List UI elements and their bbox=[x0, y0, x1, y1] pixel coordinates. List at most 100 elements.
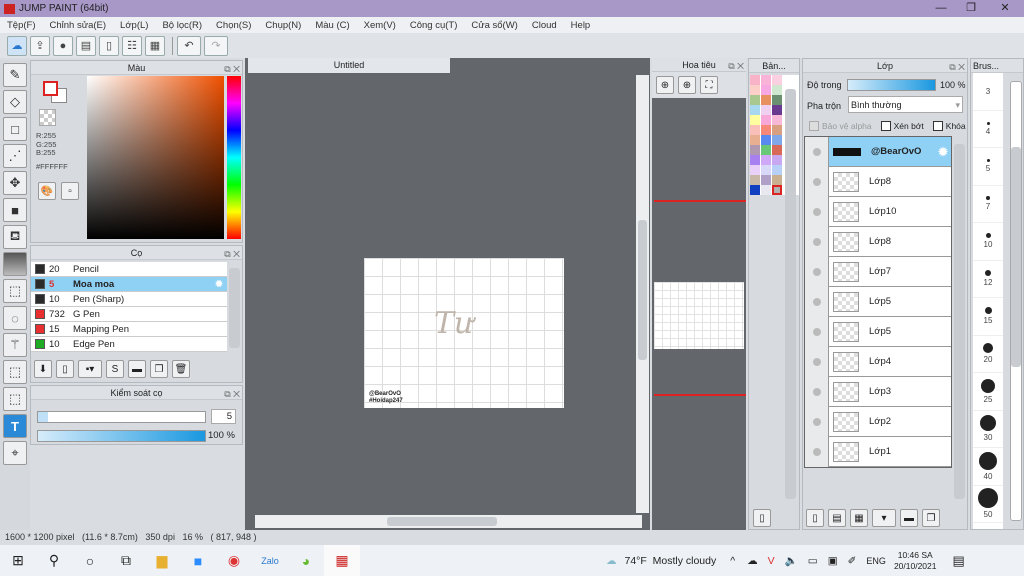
eraser-tool-icon[interactable]: ◇ bbox=[3, 90, 27, 114]
folder-icon[interactable]: ▬ bbox=[128, 360, 146, 378]
palette-swatch[interactable] bbox=[761, 175, 771, 185]
grid-settings-icon[interactable]: ▦ bbox=[145, 35, 165, 56]
menu-item[interactable]: Lớp(L) bbox=[120, 20, 148, 31]
transparent-color[interactable] bbox=[39, 109, 56, 126]
menu-item[interactable]: Chụp(N) bbox=[265, 20, 301, 31]
layer-visibility-toggle[interactable] bbox=[805, 136, 829, 167]
palette-swatch[interactable] bbox=[750, 185, 760, 195]
comment-icon[interactable]: ● bbox=[53, 35, 73, 56]
panel-close-icon[interactable]: ⧉ ✕ bbox=[224, 247, 240, 261]
zoom-actual-icon[interactable]: ⊕ bbox=[656, 76, 674, 94]
layer-visibility-toggle[interactable] bbox=[805, 166, 829, 197]
menu-item[interactable]: Tệp(F) bbox=[7, 20, 36, 31]
rectangle-tool-icon[interactable]: □ bbox=[3, 117, 27, 141]
zoom-in-icon[interactable]: ⊕ bbox=[678, 76, 696, 94]
saturation-value-picker[interactable] bbox=[87, 76, 224, 239]
panel-close-icon[interactable]: ⧉ ✕ bbox=[728, 59, 744, 73]
share-icon[interactable]: ⇪ bbox=[30, 35, 50, 56]
palette-icon[interactable]: 🎨 bbox=[38, 182, 56, 200]
maximize-button[interactable]: ❐ bbox=[956, 0, 986, 17]
move-tool-icon[interactable]: ✥ bbox=[3, 171, 27, 195]
layer-row[interactable]: Lớp10 bbox=[805, 196, 951, 227]
layer-opacity-slider[interactable] bbox=[847, 79, 936, 91]
blend-mode-select[interactable]: Bình thường ▾ bbox=[848, 96, 963, 113]
fit-screen-icon[interactable]: ⛶ bbox=[700, 76, 718, 94]
brush-size-item[interactable]: 3 bbox=[973, 73, 1003, 111]
close-button[interactable]: ✕ bbox=[990, 0, 1020, 17]
menu-item[interactable]: Help bbox=[571, 20, 591, 31]
brush-size-item[interactable]: 12 bbox=[973, 260, 1003, 298]
palette-swatch[interactable] bbox=[750, 105, 760, 115]
brush-size-input[interactable]: 5 bbox=[211, 409, 236, 424]
download-brush-icon[interactable]: ⬇ bbox=[34, 360, 52, 378]
volume-icon[interactable]: 🔈 bbox=[785, 554, 798, 567]
palette-swatch[interactable] bbox=[772, 75, 782, 85]
cloud-icon[interactable]: ☁ bbox=[7, 35, 27, 56]
message-icon[interactable]: ▤ bbox=[76, 35, 96, 56]
palette-swatch[interactable] bbox=[761, 165, 771, 175]
brush-size-item[interactable]: 30 bbox=[973, 410, 1003, 448]
new-brush-icon[interactable]: ▯ bbox=[56, 360, 74, 378]
palette-swatch[interactable] bbox=[772, 115, 782, 125]
clip-checkbox[interactable] bbox=[880, 121, 891, 131]
layer-row[interactable]: Lớp4 bbox=[805, 346, 951, 377]
bucket-tool-icon[interactable]: ⛾ bbox=[3, 225, 27, 249]
menu-item[interactable]: Cloud bbox=[532, 20, 557, 31]
layer-settings-icon[interactable]: ▤ bbox=[828, 509, 846, 527]
language-indicator[interactable]: ENG bbox=[866, 556, 886, 566]
layer-visibility-toggle[interactable] bbox=[805, 256, 829, 287]
magic-wand-icon[interactable]: ⚚ bbox=[3, 333, 27, 357]
palette-swatch[interactable] bbox=[750, 145, 760, 155]
canvas-vertical-scrollbar[interactable] bbox=[636, 75, 649, 513]
palette-swatch[interactable] bbox=[750, 95, 760, 105]
battery-icon[interactable]: ▭ bbox=[808, 555, 818, 567]
layer-row[interactable]: Lớp1 bbox=[805, 436, 951, 467]
palette-swatch[interactable] bbox=[761, 95, 771, 105]
palette-swatch[interactable] bbox=[761, 75, 771, 85]
palette-swatch[interactable] bbox=[761, 85, 771, 95]
palette-swatch[interactable] bbox=[772, 185, 782, 195]
zoom-app-icon[interactable]: ■ bbox=[180, 545, 216, 576]
protect-alpha-checkbox[interactable] bbox=[809, 121, 819, 131]
layer-row[interactable]: Lớp7 bbox=[805, 256, 951, 287]
fill-rect-tool-icon[interactable]: ■ bbox=[3, 198, 27, 222]
brush-settings-icon[interactable]: S bbox=[106, 360, 124, 378]
palette-swatch[interactable] bbox=[761, 105, 771, 115]
layout-icon[interactable]: ☷ bbox=[122, 35, 142, 56]
redo-icon[interactable]: ↷ bbox=[204, 35, 228, 56]
palette-swatch[interactable] bbox=[750, 125, 760, 135]
layer-visibility-toggle[interactable] bbox=[805, 226, 829, 257]
panel-close-icon[interactable]: ⧉ ✕ bbox=[224, 387, 240, 401]
brush-item[interactable]: 10 Edge Pen bbox=[31, 337, 227, 352]
layer-row[interactable]: @BearOvO ✹ bbox=[805, 136, 951, 167]
menu-item[interactable]: Bộ lọc(R) bbox=[162, 20, 202, 31]
color-history-icon[interactable]: ▫ bbox=[61, 182, 79, 200]
new-layer-icon[interactable]: ▯ bbox=[806, 509, 824, 527]
foreground-color[interactable] bbox=[43, 81, 58, 96]
pen-icon[interactable]: ✐ bbox=[848, 555, 857, 567]
search-icon[interactable]: ⚲ bbox=[36, 545, 72, 576]
brush-size-item[interactable] bbox=[973, 523, 1003, 529]
layer-row[interactable]: Lớp2 bbox=[805, 406, 951, 437]
select-rect-icon[interactable]: ⬚ bbox=[3, 279, 27, 303]
layer-visibility-toggle[interactable] bbox=[805, 346, 829, 377]
palette-swatch[interactable] bbox=[750, 135, 760, 145]
palette-swatch[interactable] bbox=[772, 155, 782, 165]
palette-swatch[interactable] bbox=[772, 105, 782, 115]
hue-slider[interactable] bbox=[227, 76, 241, 239]
brush-item[interactable]: 5 Moa moa ✹ bbox=[31, 277, 227, 292]
brush-size-item[interactable]: 5 bbox=[973, 148, 1003, 186]
brush-size-item[interactable]: 40 bbox=[973, 448, 1003, 486]
brush-opacity-slider[interactable] bbox=[37, 430, 206, 442]
palette-swatch[interactable] bbox=[750, 175, 760, 185]
layer-visibility-toggle[interactable] bbox=[805, 316, 829, 347]
dot-line-tool-icon[interactable]: ⋰ bbox=[3, 144, 27, 168]
brush-size-scrollbar[interactable] bbox=[1010, 81, 1022, 521]
cortana-icon[interactable]: ○ bbox=[72, 545, 108, 576]
palette-swatch[interactable] bbox=[761, 135, 771, 145]
layer-visibility-toggle[interactable] bbox=[805, 376, 829, 407]
palette-swatch[interactable] bbox=[772, 165, 782, 175]
layer-row[interactable]: Lớp3 bbox=[805, 376, 951, 407]
select-eraser-icon[interactable]: ⬚ bbox=[3, 387, 27, 411]
lasso-icon[interactable]: ◌ bbox=[3, 306, 27, 330]
